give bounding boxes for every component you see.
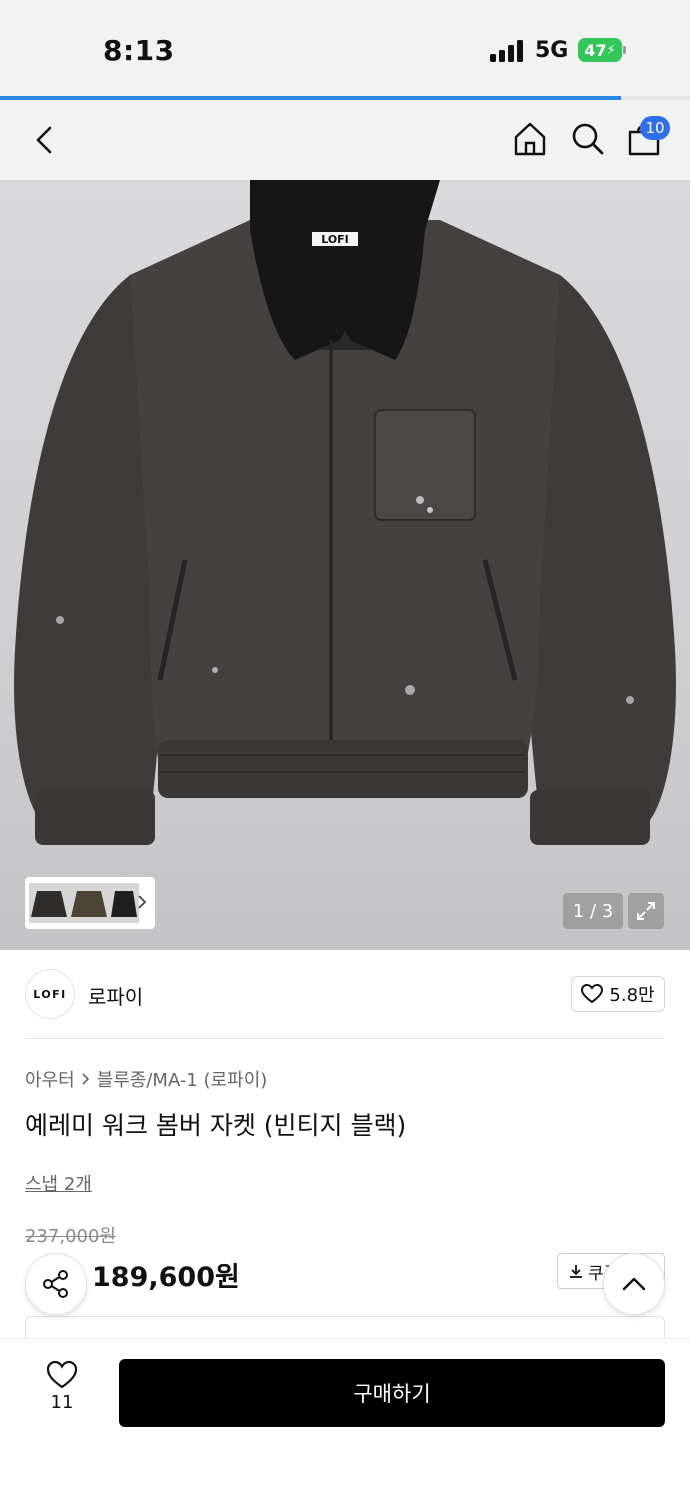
thumbnail-1[interactable] [29, 883, 69, 923]
battery-level: 47 [584, 40, 607, 60]
signal-icon [490, 40, 524, 62]
back-button[interactable] [30, 120, 60, 160]
wishlist-button[interactable]: 11 [30, 1360, 94, 1424]
brand-like-count: 5.8만 [609, 985, 655, 1006]
status-bar: 8:13 5G 47 ⚡ [0, 0, 690, 96]
scroll-to-top-button[interactable] [603, 1253, 665, 1315]
home-button[interactable] [512, 120, 548, 158]
product-image[interactable]: LOFI [0, 180, 690, 950]
share-button[interactable] [25, 1253, 87, 1315]
chevron-right-icon[interactable] [135, 893, 149, 911]
wishlist-count: 11 [50, 1392, 74, 1413]
chevron-up-icon [622, 1277, 646, 1291]
jacket-thumbnail [71, 891, 107, 917]
brand-like-button[interactable]: 5.8만 [571, 976, 665, 1012]
expand-icon [637, 902, 655, 920]
cart-badge: 10 [640, 116, 670, 140]
buy-button[interactable]: 구매하기 [119, 1359, 665, 1427]
expand-button[interactable] [628, 893, 664, 929]
heart-icon [581, 984, 604, 1004]
divider [25, 1038, 665, 1039]
search-icon [572, 123, 604, 155]
sale-price: 189,600원 [92, 1262, 240, 1293]
heart-icon [46, 1360, 78, 1389]
home-icon [514, 122, 546, 156]
top-navigation [0, 100, 690, 180]
chevron-left-icon [36, 126, 52, 154]
battery-icon: 47 ⚡ [578, 38, 622, 62]
share-icon [43, 1270, 68, 1298]
original-price: 237,000원 [25, 1226, 116, 1247]
jacket-thumbnail [31, 891, 67, 917]
brand-logo[interactable]: LOFI [25, 969, 75, 1019]
download-icon [570, 1265, 582, 1278]
snap-link[interactable]: 스냅 2개 [25, 1170, 92, 1196]
label-text: LOFI [321, 233, 349, 246]
brand-name[interactable]: 로파이 [88, 981, 143, 1010]
status-time: 8:13 [103, 34, 175, 67]
product-title: 예레미 워크 봄버 자켓 (빈티지 블랙) [25, 1111, 407, 1140]
breadcrumb: 아우터 블루종/MA-1 (로파이) [25, 1066, 267, 1092]
network-type: 5G [535, 38, 569, 63]
image-counter: 1 / 3 [563, 893, 623, 929]
jacket-image: LOFI [14, 180, 676, 845]
breadcrumb-subcategory[interactable]: 블루종/MA-1 (로파이) [97, 1066, 268, 1092]
battery-tip [623, 46, 626, 54]
thumbnail-2[interactable] [69, 883, 109, 923]
chevron-right-icon [82, 1073, 89, 1085]
search-button[interactable] [570, 120, 606, 158]
breadcrumb-category[interactable]: 아우터 [25, 1066, 75, 1092]
